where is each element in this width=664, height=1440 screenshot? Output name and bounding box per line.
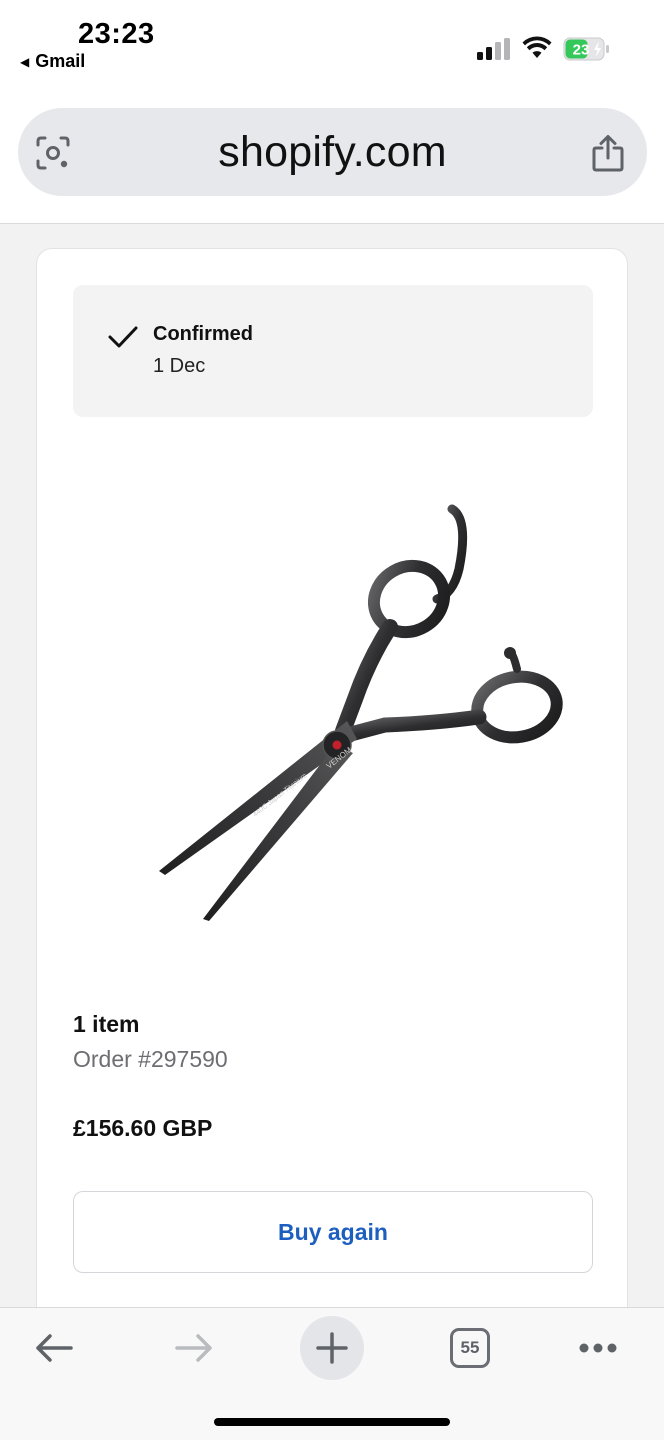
back-app-label: Gmail <box>35 51 86 71</box>
svg-text:23: 23 <box>573 42 590 59</box>
browser-toolbar: 55 <box>0 1307 664 1440</box>
status-bar: 23:23 ◀ Gmail 23 <box>0 0 664 84</box>
url-text: shopify.com <box>218 128 447 176</box>
order-number: Order #297590 <box>73 1046 228 1072</box>
wifi-icon <box>522 36 552 58</box>
product-image[interactable]: VENOM 440C Japan Titanium <box>107 499 567 929</box>
back-arrow-icon <box>36 1334 73 1362</box>
tab-switcher-button[interactable]: 55 <box>438 1316 502 1380</box>
address-bar[interactable]: shopify.com <box>18 108 647 196</box>
back-button[interactable] <box>22 1316 86 1380</box>
forward-arrow-icon <box>175 1334 212 1362</box>
screen: 23:23 ◀ Gmail 23 shopify.com Confirmed 1… <box>0 0 664 1440</box>
more-icon <box>579 1343 617 1353</box>
order-status-date: 1 Dec <box>153 355 206 377</box>
tab-count: 55 <box>450 1328 490 1368</box>
more-menu-button[interactable] <box>566 1316 630 1380</box>
battery-icon: 23 <box>563 37 609 61</box>
order-card: Confirmed 1 Dec VENOM 440C Japan Titaniu… <box>36 248 628 1328</box>
check-icon <box>108 326 138 348</box>
order-status-box: Confirmed 1 Dec <box>73 285 593 417</box>
browser-header: shopify.com <box>0 84 664 224</box>
order-total: £156.60 GBP <box>73 1115 213 1141</box>
plus-icon <box>316 1332 348 1364</box>
cellular-signal-icon <box>477 38 510 60</box>
home-indicator <box>214 1418 450 1426</box>
back-triangle-icon: ◀ <box>20 54 30 69</box>
item-count: 1 item <box>73 1011 140 1037</box>
clock: 23:23 <box>78 18 155 50</box>
new-tab-button[interactable] <box>300 1316 364 1380</box>
share-icon[interactable] <box>591 134 625 172</box>
order-status-title: Confirmed <box>153 323 253 345</box>
forward-button[interactable] <box>162 1316 226 1380</box>
buy-again-button[interactable]: Buy again <box>73 1191 593 1273</box>
back-to-app-link[interactable]: ◀ Gmail <box>20 51 85 72</box>
